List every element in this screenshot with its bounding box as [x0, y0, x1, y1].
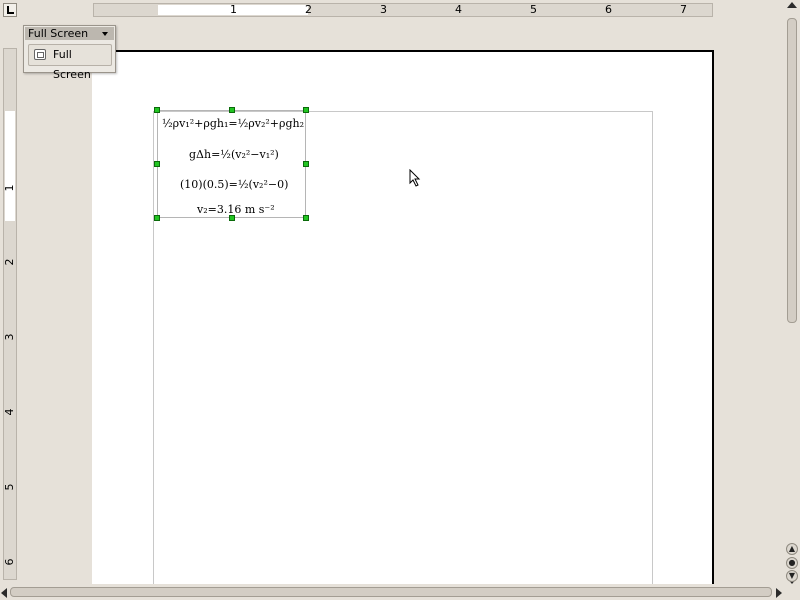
- fullscreen-button[interactable]: Full Screen: [28, 44, 112, 81]
- vruler-label: 4: [3, 408, 16, 416]
- selection-handle[interactable]: [303, 215, 309, 221]
- hruler-label: 6: [605, 3, 612, 16]
- vruler-label: 1: [3, 184, 16, 192]
- fullscreen-toolbar: Full Screen Full Screen: [23, 25, 116, 81]
- previous-page-icon[interactable]: ▲: [786, 543, 798, 555]
- horizontal-scrollbar[interactable]: [0, 584, 784, 600]
- formula-line: gΔh=½(v₂²−v₁²): [189, 148, 279, 161]
- formula-line: (10)(0.5)=½(v₂²−0): [180, 178, 289, 191]
- vertical-ruler[interactable]: 1 2 3 4 5 6: [3, 48, 17, 580]
- toolbar-title-label: Full Screen: [28, 27, 89, 40]
- vruler-label: 2: [3, 258, 16, 266]
- scroll-left-icon[interactable]: [1, 588, 7, 598]
- selection-handle[interactable]: [154, 215, 160, 221]
- selection-handle[interactable]: [303, 161, 309, 167]
- vertical-scroll-thumb[interactable]: [787, 18, 797, 323]
- hruler-label: 3: [380, 3, 387, 16]
- selection-handle[interactable]: [303, 107, 309, 113]
- hruler-label: 5: [530, 3, 537, 16]
- hruler-label: 7: [680, 3, 687, 16]
- selection-handle[interactable]: [154, 107, 160, 113]
- hruler-label: 4: [455, 3, 462, 16]
- formula-line: ½ρv₁²+ρgh₁=½ρv₂²+ρgh₂: [162, 117, 304, 130]
- mouse-cursor-icon: [409, 169, 421, 187]
- vruler-label: 6: [3, 558, 16, 566]
- fullscreen-icon: [34, 49, 46, 60]
- scroll-up-icon[interactable]: [787, 2, 797, 8]
- vruler-label: 5: [3, 483, 16, 491]
- selection-handle[interactable]: [154, 161, 160, 167]
- chevron-down-icon[interactable]: [102, 32, 108, 36]
- scroll-right-icon[interactable]: [776, 588, 782, 598]
- ruler-active-area: [5, 111, 15, 221]
- formula-line: v₂=3.16 m s⁻²: [197, 203, 275, 216]
- vruler-label: 3: [3, 333, 16, 341]
- selection-handle[interactable]: [229, 215, 235, 221]
- hruler-label: 2: [305, 3, 312, 16]
- horizontal-ruler[interactable]: 1 2 3 4 5 6 7: [93, 3, 713, 17]
- fullscreen-button-label: Full Screen: [53, 48, 91, 81]
- vertical-scrollbar[interactable]: [784, 0, 800, 584]
- horizontal-scroll-thumb[interactable]: [10, 587, 772, 597]
- next-page-icon[interactable]: ▼: [786, 570, 798, 582]
- selection-handle[interactable]: [229, 107, 235, 113]
- formula-object[interactable]: ½ρv₁²+ρgh₁=½ρv₂²+ρgh₂ gΔh=½(v₂²−v₁²) (10…: [157, 110, 306, 218]
- navigation-icon[interactable]: ●: [786, 557, 798, 569]
- hruler-label: 1: [230, 3, 237, 16]
- toolbar-title[interactable]: Full Screen: [25, 27, 114, 40]
- ruler-corner-button[interactable]: [3, 3, 17, 17]
